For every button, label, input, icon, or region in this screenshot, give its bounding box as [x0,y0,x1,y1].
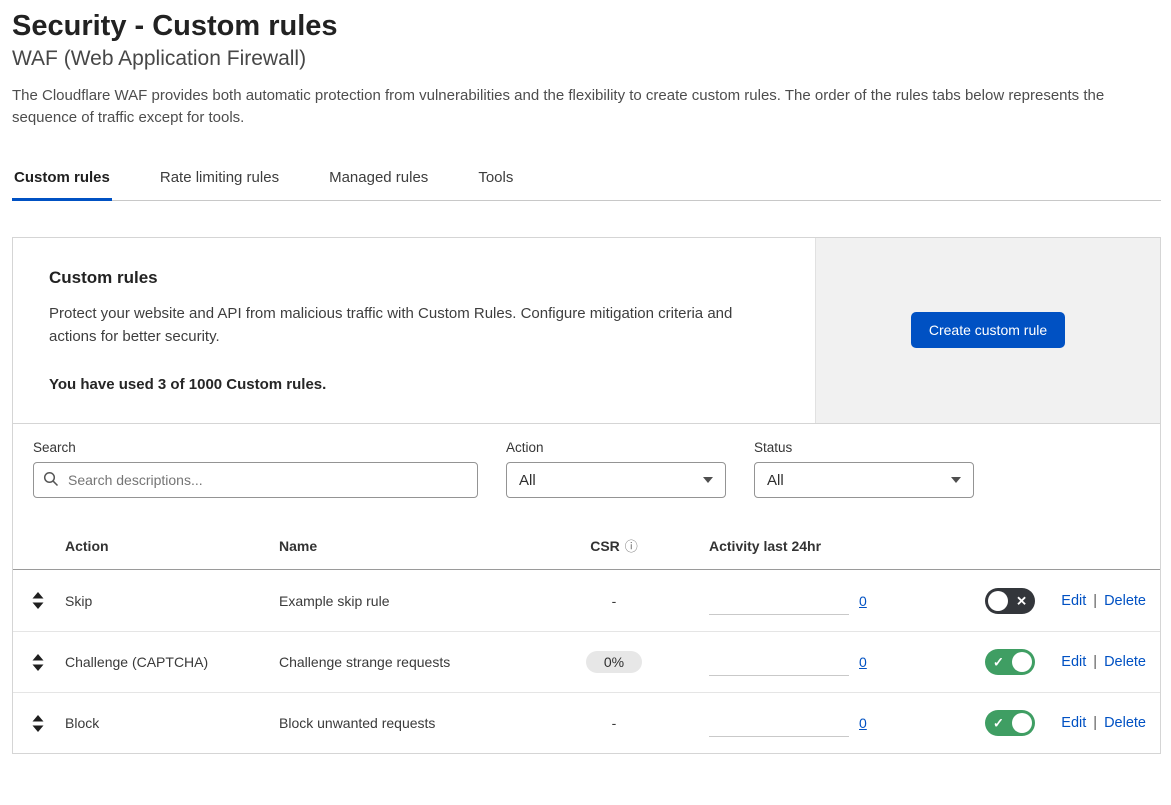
tab-custom-rules[interactable]: Custom rules [12,159,112,201]
status-filter: Status All [754,440,974,498]
table-row: Block Block unwanted requests - 0 ✓ Edit… [13,692,1160,753]
activity-count-link[interactable]: 0 [859,715,867,731]
delete-rule-link[interactable]: Delete [1104,593,1146,609]
activity-sparkline [709,589,849,615]
action-filter: Action All [506,440,726,498]
rule-csr-value: - [612,715,617,731]
status-filter-label: Status [754,440,974,455]
edit-rule-link[interactable]: Edit [1061,654,1086,670]
link-separator: | [1093,715,1097,731]
rule-enabled-toggle[interactable]: ✕ [985,588,1035,614]
action-filter-select[interactable]: All [506,462,726,498]
card-description: Protect your website and API from malici… [49,302,779,349]
toggle-knob [1012,652,1032,672]
rule-name: Example skip rule [279,593,519,609]
activity-sparkline [709,650,849,676]
delete-rule-link[interactable]: Delete [1104,715,1146,731]
action-filter-value: All [519,472,536,489]
chevron-down-icon [703,477,713,483]
custom-rules-summary-card: Custom rules Protect your website and AP… [13,238,1160,425]
table-header-row: Action Name CSR ⓘ Activity last 24hr [13,522,1160,570]
activity-count-link[interactable]: 0 [859,593,867,609]
security-custom-rules-page: Security - Custom rules WAF (Web Applica… [0,0,1171,754]
tab-managed-rules[interactable]: Managed rules [327,159,430,201]
drag-handle-icon[interactable] [29,589,47,612]
search-icon [43,471,59,492]
toggle-knob [988,591,1008,611]
activity-count-link[interactable]: 0 [859,654,867,670]
usage-summary: You have used 3 of 1000 Custom rules. [49,376,779,393]
create-custom-rule-button[interactable]: Create custom rule [911,312,1065,348]
rule-action: Challenge (CAPTCHA) [65,654,279,670]
toggle-state-icon: ✓ [993,717,1004,730]
tab-tools[interactable]: Tools [476,159,515,201]
rules-tab-bar: Custom rules Rate limiting rules Managed… [12,159,1161,201]
rule-action: Block [65,715,279,731]
custom-rules-panel: Custom rules Protect your website and AP… [12,237,1161,755]
page-description: The Cloudflare WAF provides both automat… [12,85,1157,129]
status-filter-value: All [767,472,784,489]
rule-action: Skip [65,593,279,609]
search-filter: Search [33,440,478,498]
rule-enabled-toggle[interactable]: ✓ [985,710,1035,736]
page-title: Security - Custom rules [12,10,1161,43]
filter-bar: Search Action All Status All [13,424,1160,522]
table-row: Skip Example skip rule - 0 ✕ Edit | Dele… [13,570,1160,631]
card-title: Custom rules [49,268,779,288]
column-header-activity: Activity last 24hr [709,538,859,554]
column-header-action: Action [65,538,279,554]
edit-rule-link[interactable]: Edit [1061,593,1086,609]
rule-enabled-toggle[interactable]: ✓ [985,649,1035,675]
rule-name: Challenge strange requests [279,654,519,670]
rule-csr-value: - [612,593,617,609]
page-subtitle: WAF (Web Application Firewall) [12,47,1161,71]
activity-sparkline [709,711,849,737]
tab-rate-limiting-rules[interactable]: Rate limiting rules [158,159,281,201]
delete-rule-link[interactable]: Delete [1104,654,1146,670]
drag-handle-icon[interactable] [29,651,47,674]
action-filter-label: Action [506,440,726,455]
link-separator: | [1093,654,1097,670]
chevron-down-icon [951,477,961,483]
rule-csr-value: 0% [586,651,642,673]
column-header-name: Name [279,538,519,554]
card-cta-panel: Create custom rule [815,238,1160,424]
search-input[interactable] [33,462,478,498]
edit-rule-link[interactable]: Edit [1061,715,1086,731]
rule-name: Block unwanted requests [279,715,519,731]
link-separator: | [1093,593,1097,609]
toggle-state-icon: ✕ [1016,594,1027,607]
table-row: Challenge (CAPTCHA) Challenge strange re… [13,631,1160,692]
toggle-state-icon: ✓ [993,656,1004,669]
info-icon[interactable]: ⓘ [625,536,638,555]
drag-handle-icon[interactable] [29,712,47,735]
column-header-csr: CSR [590,538,620,554]
search-label: Search [33,440,478,455]
card-info: Custom rules Protect your website and AP… [13,238,815,424]
toggle-knob [1012,713,1032,733]
status-filter-select[interactable]: All [754,462,974,498]
